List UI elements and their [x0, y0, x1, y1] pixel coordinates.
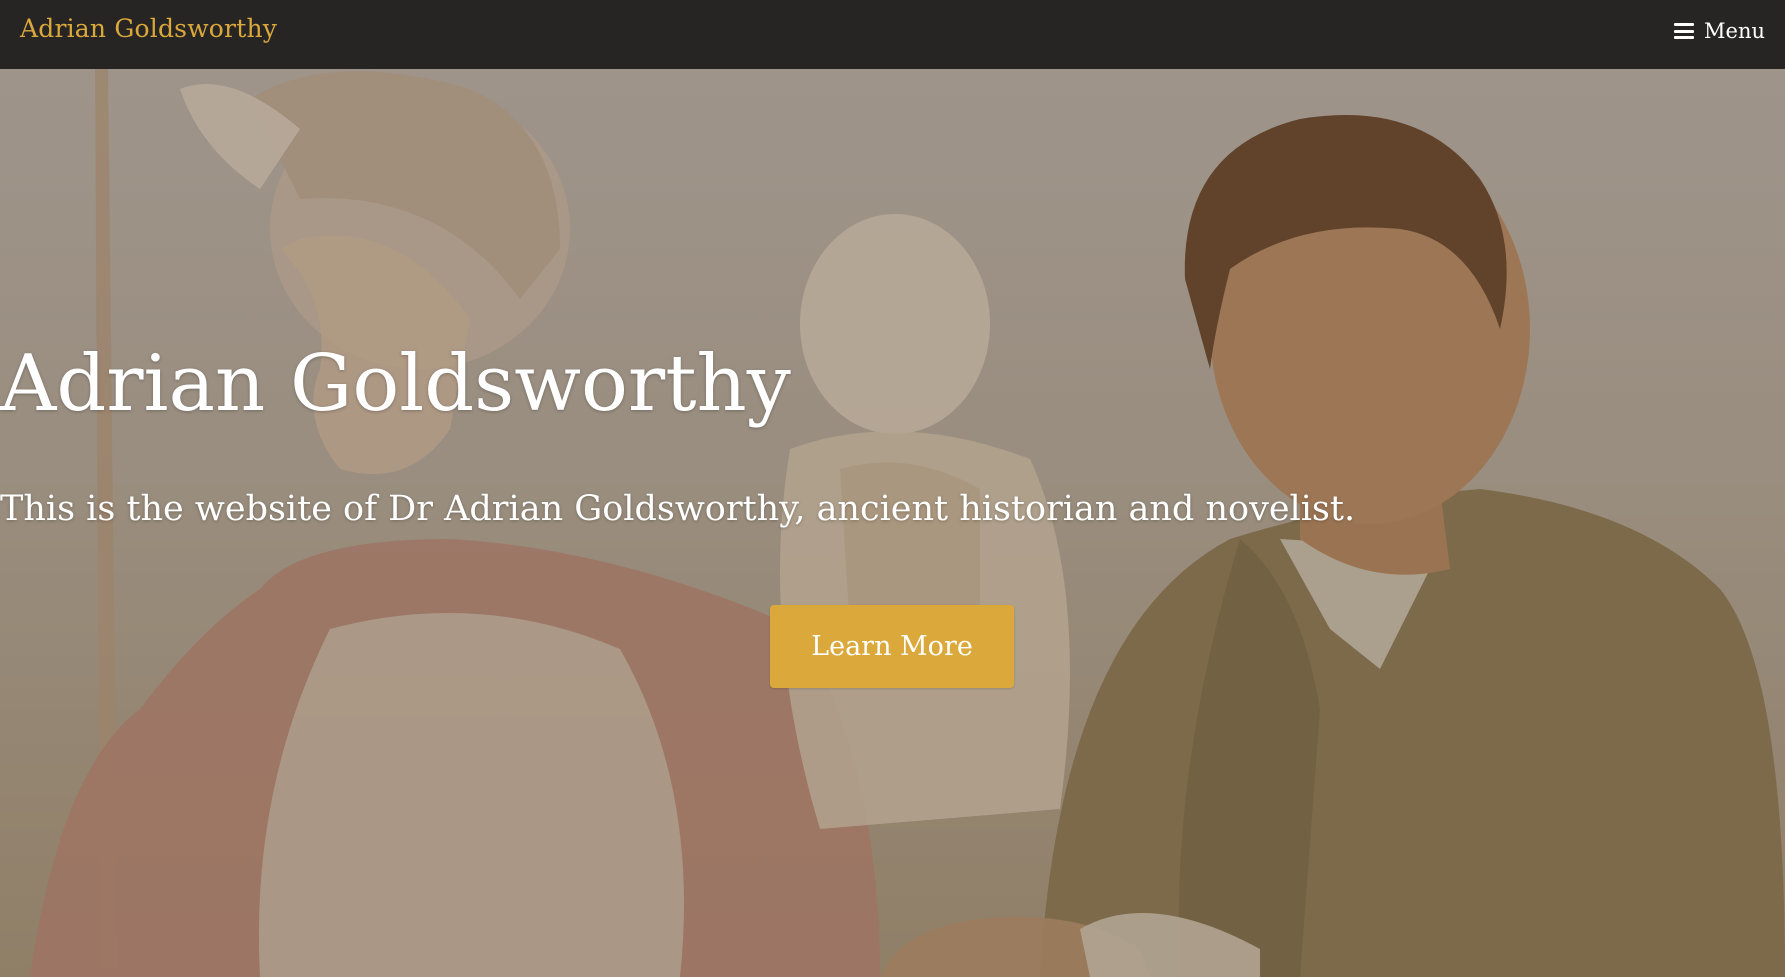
- brand-link[interactable]: Adrian Goldsworthy: [20, 14, 277, 43]
- hero-title: Adrian Goldsworthy: [0, 339, 791, 429]
- top-navbar: Adrian Goldsworthy Menu: [0, 0, 1785, 69]
- menu-label: Menu: [1704, 19, 1765, 43]
- hero-section: Adrian Goldsworthy This is the website o…: [0, 69, 1785, 977]
- learn-more-button[interactable]: Learn More: [770, 605, 1014, 688]
- menu-toggle-button[interactable]: Menu: [1674, 19, 1765, 43]
- hero-subtitle: This is the website of Dr Adrian Goldswo…: [0, 489, 1356, 529]
- bars-icon: [1674, 23, 1695, 39]
